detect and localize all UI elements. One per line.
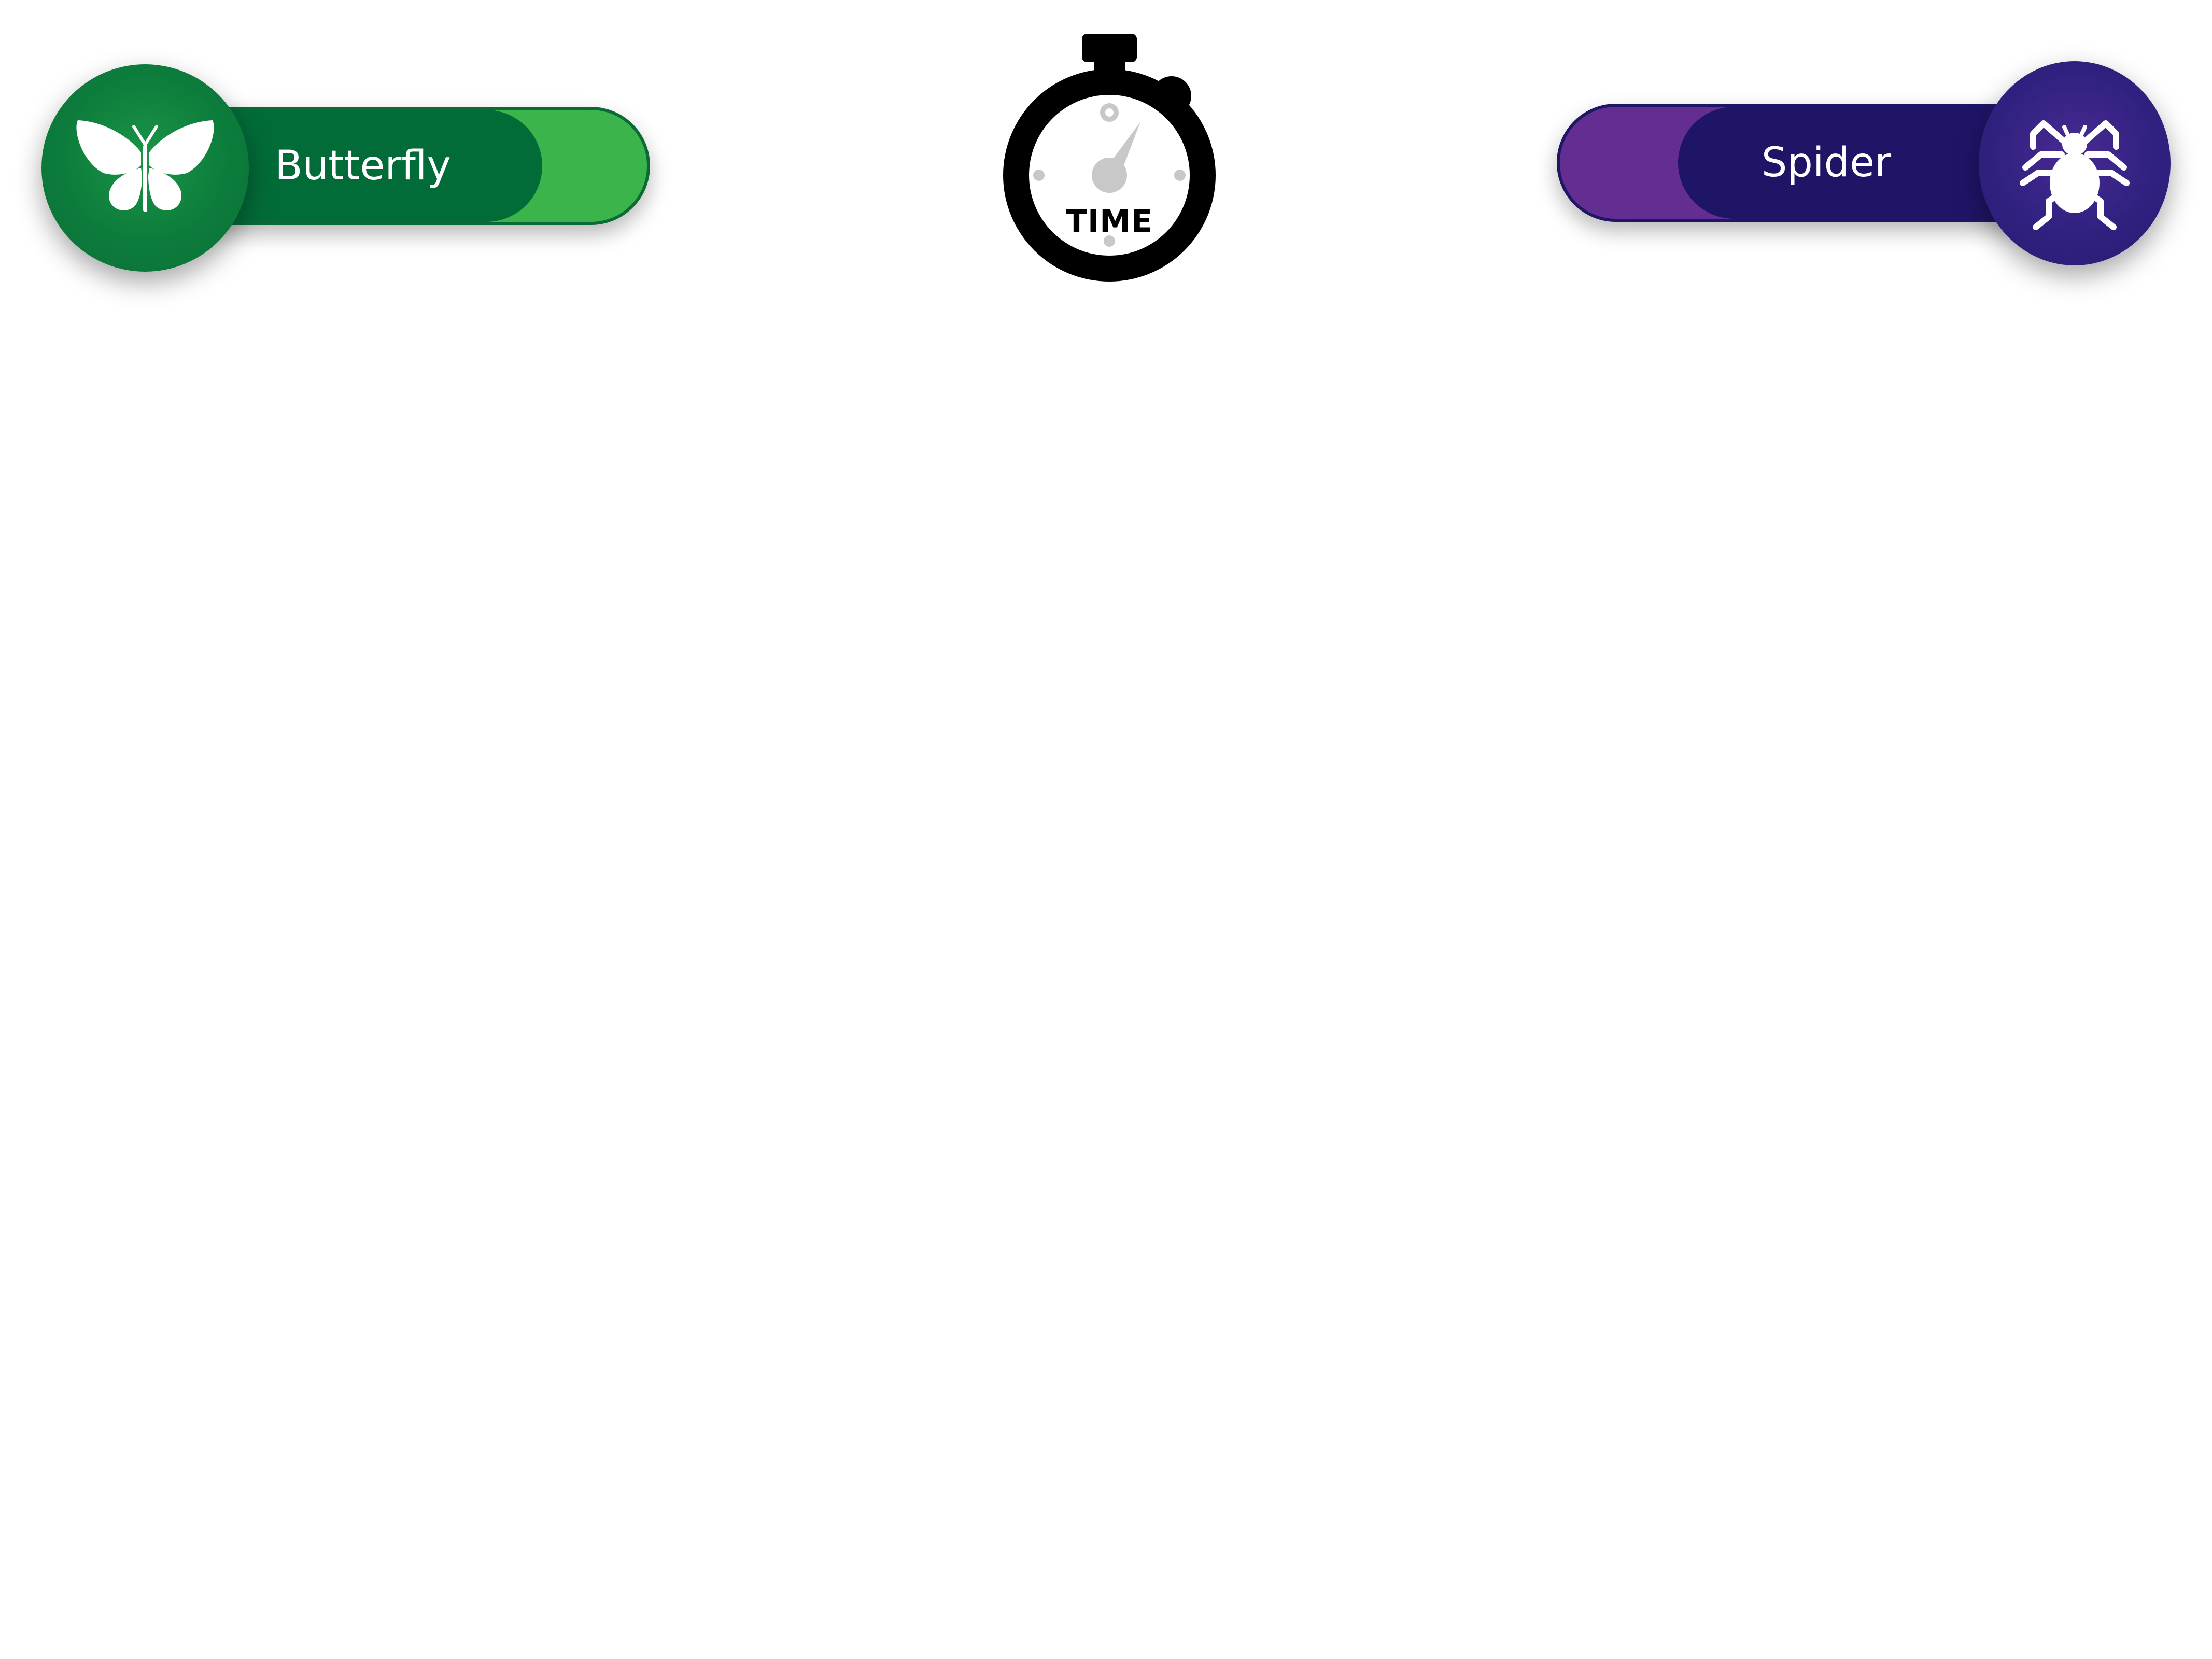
player-left-badge <box>41 64 249 272</box>
player-right-badge <box>1979 61 2171 265</box>
player-right-bar: Spider <box>1557 61 2171 269</box>
player-right-name: Spider <box>1761 139 1892 186</box>
player-left-name: Butterfly <box>275 143 451 189</box>
player-left-bar: Butterfly <box>41 64 655 272</box>
spider-icon <box>2020 120 2130 230</box>
timer-label: TIME <box>1066 203 1153 240</box>
stopwatch-icon <box>1003 34 1216 282</box>
butterfly-icon <box>76 120 214 212</box>
game-screen: Butterfly TIME Spider <box>0 0 2212 1659</box>
stopwatch-timer: TIME <box>995 31 1223 285</box>
